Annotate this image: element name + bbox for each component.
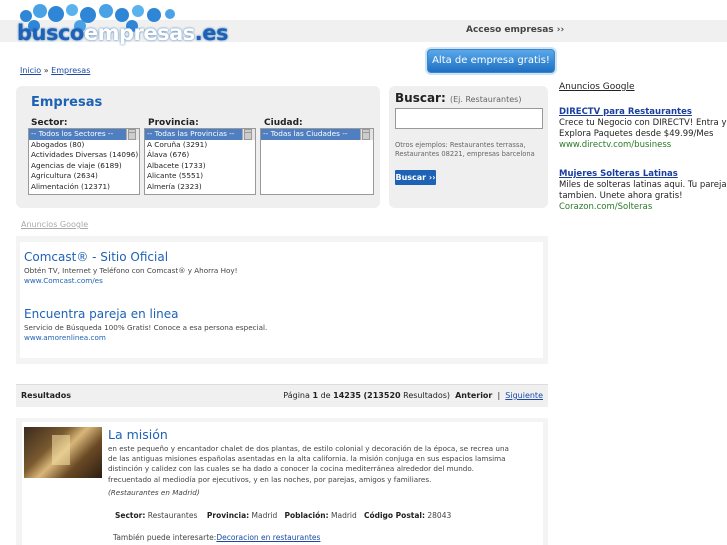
result-category: (Restaurantes en Madrid) [108,488,200,497]
ad-title[interactable]: Encuentra pareja en linea [24,307,267,321]
result-photo[interactable] [24,427,102,478]
ad-title[interactable]: Comcast® - Sitio Oficial [24,250,238,264]
anterior-link[interactable]: Anterior [455,391,492,400]
sector-option[interactable]: Agricultura (2634) [29,171,139,182]
side-ads-label[interactable]: Anuncios Google [559,82,727,93]
buscar-button[interactable]: Buscar ›› [395,170,436,185]
results-count: (213520 [363,391,401,400]
total-pages: 14235 [333,391,361,400]
ad-item[interactable]: Comcast® - Sitio Oficial Obtén TV, Inter… [24,250,238,285]
ciudad-option[interactable]: -- Todas las Ciudades -- [261,129,373,140]
breadcrumb-current[interactable]: Empresas [51,66,90,75]
alta-empresa-button[interactable]: Alta de empresa gratis! [427,49,555,73]
buscar-label: Buscar: (Ej. Restaurantes) [395,91,522,105]
provincia-option[interactable]: Almería (2323) [145,182,255,193]
ad-url[interactable]: www.amorenlinea.com [24,333,267,342]
site-logo[interactable]: buscoempresas.es [14,2,229,46]
side-ad-url[interactable]: www.directv.com/business [559,140,727,151]
ad-url[interactable]: www.Comcast.com/es [24,276,238,285]
result-title[interactable]: La misión [108,427,168,442]
current-page: 1 [312,391,319,400]
scrollbar[interactable] [360,129,373,140]
side-ad-desc: Crece tu Negocio con DIRECTV! Entra y Ex… [559,118,727,139]
provincia-option[interactable]: Albacete (1733) [145,161,255,172]
scrollbar[interactable] [126,129,139,140]
side-ad-item[interactable]: DIRECTV para Restaurantes Crece tu Negoc… [559,107,727,151]
ciudad-select[interactable]: -- Todas las Ciudades -- [260,128,374,195]
sector-option[interactable]: -- Todos los Sectores -- [29,129,139,140]
ad-item[interactable]: Encuentra pareja en linea Servicio de Bú… [24,307,267,342]
breadcrumb: Inicio » Empresas [20,66,90,75]
buscar-hint: (Ej. Restaurantes) [449,95,522,104]
provincia-select[interactable]: -- Todas las Provincias -- A Coruña (329… [144,128,256,195]
side-ad-title[interactable]: DIRECTV para Restaurantes [559,107,727,118]
logo-text-a: busco [17,21,84,45]
side-ad-desc: Miles de solteras latinas aqui. Tu parej… [559,180,727,201]
related-link[interactable]: Decoracion en restaurantes [216,533,320,542]
logo-text-c: .es [194,21,229,45]
sector-option[interactable]: Alimentación (12371) [29,182,139,193]
pagination: Página 1 de 14235 (213520 Resultados) An… [283,391,543,400]
sector-option[interactable]: Agencias de viaje (6189) [29,161,139,172]
result-meta: Sector: Restaurantes Provincia: Madrid P… [115,511,452,520]
logo-text-b: empresas [83,21,195,45]
provincia-label: Provincia: [148,118,199,128]
sector-select[interactable]: -- Todos los Sectores -- Abogados (80) A… [28,128,140,195]
breadcrumb-separator: » [43,66,49,75]
provincia-option[interactable]: Alicante (5551) [145,171,255,182]
breadcrumb-home[interactable]: Inicio [20,66,41,75]
ciudad-label: Ciudad: [264,118,303,128]
ad-desc: Servicio de Búsqueda 100% Gratis! Conoce… [24,323,268,332]
acceso-empresas-link[interactable]: Acceso empresas ›› [466,25,564,35]
ads-panel: Comcast® - Sitio Oficial Obtén TV, Inter… [16,236,548,364]
filter-title: Empresas [31,95,103,110]
scrollbar[interactable] [242,129,255,140]
provincia-option[interactable]: Álava (676) [145,150,255,161]
provincia-option[interactable]: A Coruña (3291) [145,140,255,151]
sector-option[interactable]: Actividades Diversas (14096) [29,150,139,161]
side-ad-item[interactable]: Mujeres Solteras Latinas Miles de solter… [559,169,727,213]
side-ad-url[interactable]: Corazon.com/Solteras [559,202,727,213]
results-bar: Resultados Página 1 de 14235 (213520 Res… [16,384,548,407]
search-input[interactable] [395,108,543,129]
result-description: en este pequeño y encantador chalet de d… [108,444,509,484]
results-label: Resultados [21,391,71,400]
side-ad-title[interactable]: Mujeres Solteras Latinas [559,169,727,180]
ad-desc: Obtén TV, Internet y Teléfono con Comcas… [24,266,238,275]
siguiente-link[interactable]: Siguiente [505,391,543,400]
related-link-row: También puede interesarte:Decoracion en … [113,533,321,542]
sector-option[interactable]: Abogados (80) [29,140,139,151]
provincia-option[interactable]: -- Todas las Provincias -- [145,129,255,140]
sector-label: Sector: [31,118,68,128]
ads-label[interactable]: Anuncios Google [21,220,88,229]
search-examples: Otros ejemplos: Restaurantes terrassa, R… [395,141,535,158]
